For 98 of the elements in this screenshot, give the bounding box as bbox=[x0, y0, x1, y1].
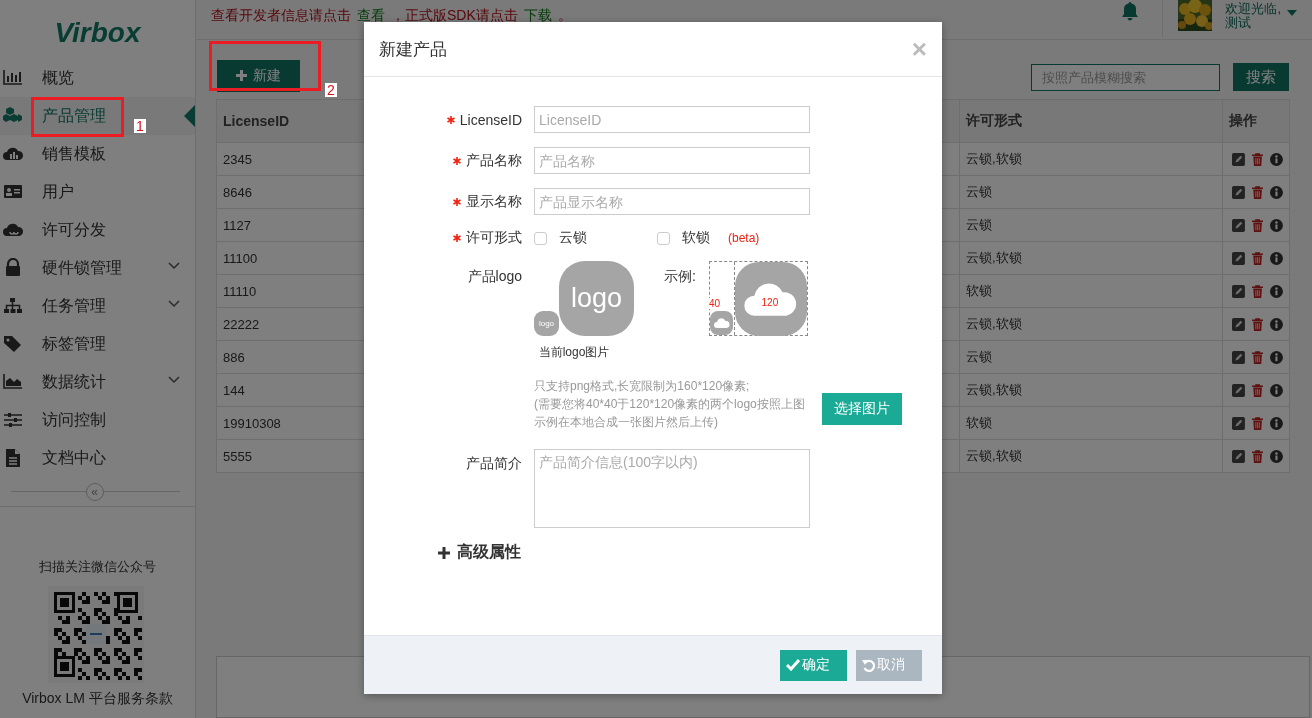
delete-icon[interactable] bbox=[1251, 283, 1264, 299]
sitemap-icon bbox=[3, 296, 23, 316]
search-button[interactable]: 搜索 bbox=[1233, 63, 1289, 91]
delete-icon[interactable] bbox=[1251, 349, 1264, 365]
edit-icon[interactable] bbox=[1232, 151, 1245, 167]
input-field[interactable]: 产品名称 bbox=[534, 147, 810, 174]
logo-text: logo bbox=[538, 319, 555, 328]
sidebar-item[interactable]: 硬件锁管理 bbox=[0, 249, 195, 287]
table-cell: 云锁,软锁 bbox=[959, 439, 1223, 473]
info-icon[interactable] bbox=[1270, 415, 1283, 431]
collapse-button[interactable]: « bbox=[85, 482, 104, 501]
document-icon bbox=[3, 448, 23, 468]
edit-icon[interactable] bbox=[1232, 382, 1245, 398]
delete-icon[interactable] bbox=[1251, 184, 1264, 200]
cloud-icon bbox=[713, 317, 730, 329]
table-cell: 云锁,软锁 bbox=[959, 373, 1223, 407]
delete-icon[interactable] bbox=[1251, 382, 1264, 398]
annotation-number: 2 bbox=[325, 83, 337, 97]
edit-icon[interactable] bbox=[1232, 250, 1245, 266]
edit-icon[interactable] bbox=[1232, 415, 1245, 431]
delete-icon[interactable] bbox=[1251, 250, 1264, 266]
checkbox[interactable] bbox=[657, 231, 670, 245]
sliders-icon bbox=[3, 410, 23, 430]
undo-icon bbox=[862, 658, 875, 672]
check-icon bbox=[786, 659, 800, 671]
beta-tag: (beta) bbox=[728, 231, 760, 245]
dimension-label: 120 bbox=[761, 297, 779, 308]
delete-icon[interactable] bbox=[1251, 448, 1264, 464]
caret-down-icon[interactable] bbox=[1287, 9, 1297, 16]
info-icon[interactable] bbox=[1270, 217, 1283, 233]
area-chart-icon bbox=[3, 372, 23, 392]
info-icon[interactable] bbox=[1270, 349, 1283, 365]
sidebar-item[interactable]: 用户 bbox=[0, 173, 195, 211]
example-label: 示例: bbox=[664, 267, 697, 286]
info-icon[interactable] bbox=[1270, 184, 1283, 200]
sidebar-item[interactable]: 概览 bbox=[0, 59, 195, 97]
welcome-text: 欢迎光临, bbox=[1225, 1, 1281, 16]
info-icon[interactable] bbox=[1270, 151, 1283, 167]
dimension-label: 40 bbox=[708, 298, 722, 309]
table-cell: 云锁,软锁 bbox=[959, 307, 1223, 341]
edit-icon[interactable] bbox=[1232, 283, 1245, 299]
field-label: 产品名称 bbox=[466, 151, 522, 170]
sidebar-item[interactable]: 许可分发 bbox=[0, 211, 195, 249]
edit-icon[interactable] bbox=[1232, 184, 1245, 200]
annotation-number: 1 bbox=[134, 119, 146, 133]
sidebar-item[interactable]: 标签管理 bbox=[0, 325, 195, 363]
column-header: 许可形式 bbox=[959, 99, 1223, 143]
sidebar-item[interactable]: 任务管理 bbox=[0, 287, 195, 325]
field-label: 显示名称 bbox=[466, 192, 522, 211]
user-name: 测试 bbox=[1225, 15, 1252, 30]
notice-link[interactable]: 查看 bbox=[357, 6, 385, 23]
table-cell: 云锁,软锁 bbox=[959, 241, 1223, 275]
column-header: 操作 bbox=[1222, 99, 1290, 143]
info-icon[interactable] bbox=[1270, 283, 1283, 299]
input-field[interactable]: LicenseID bbox=[534, 106, 810, 133]
plus-icon bbox=[236, 70, 247, 81]
bell-icon[interactable] bbox=[1121, 0, 1140, 21]
delete-icon[interactable] bbox=[1251, 316, 1264, 332]
info-icon[interactable] bbox=[1270, 250, 1283, 266]
sidebar-item[interactable]: 数据统计 bbox=[0, 363, 195, 401]
table-cell: 软锁 bbox=[959, 406, 1223, 440]
table-cell: 软锁 bbox=[959, 274, 1223, 308]
info-icon[interactable] bbox=[1270, 316, 1283, 332]
edit-icon[interactable] bbox=[1232, 316, 1245, 332]
delete-icon[interactable] bbox=[1251, 217, 1264, 233]
field-label: 产品简介 bbox=[466, 455, 522, 473]
table-cell: 云锁 bbox=[959, 340, 1223, 374]
description-field[interactable]: 产品简介信息(100字以内) bbox=[534, 449, 810, 528]
sidebar-item[interactable]: 销售模板 bbox=[0, 135, 195, 173]
lock-icon bbox=[3, 258, 23, 278]
table-cell: 云锁,软锁 bbox=[959, 142, 1223, 176]
terms-link[interactable]: Virbox LM 平台服务条款 bbox=[0, 690, 195, 708]
delete-icon[interactable] bbox=[1251, 151, 1264, 167]
checkbox[interactable] bbox=[534, 231, 547, 245]
info-icon[interactable] bbox=[1270, 382, 1283, 398]
sidebar-item[interactable]: 访问控制 bbox=[0, 401, 195, 439]
confirm-button[interactable]: 确定 bbox=[780, 649, 847, 681]
plus-icon bbox=[438, 546, 450, 559]
input-field[interactable]: 产品显示名称 bbox=[534, 188, 810, 215]
edit-icon[interactable] bbox=[1232, 217, 1245, 233]
table-cell: 云锁 bbox=[959, 208, 1223, 242]
edit-icon[interactable] bbox=[1232, 349, 1245, 365]
edit-icon[interactable] bbox=[1232, 448, 1245, 464]
wechat-caption: 扫描关注微信公众号 bbox=[38, 558, 157, 576]
bar-chart-icon bbox=[3, 68, 23, 88]
dialog-title: 新建产品 bbox=[379, 38, 447, 61]
logo: Virbox bbox=[54, 16, 141, 49]
delete-icon[interactable] bbox=[1251, 415, 1264, 431]
notice-link[interactable]: 下载 bbox=[523, 6, 552, 23]
advanced-toggle[interactable]: 高级属性 bbox=[438, 542, 521, 563]
checkbox-label: 软锁 bbox=[682, 229, 710, 247]
new-button[interactable]: 新建 bbox=[217, 59, 300, 92]
field-label: LicenseID bbox=[459, 111, 522, 128]
sidebar-item[interactable]: 文档中心 bbox=[0, 439, 195, 477]
table-cell: 云锁 bbox=[959, 175, 1223, 209]
tag-icon bbox=[3, 334, 23, 354]
info-icon[interactable] bbox=[1270, 448, 1283, 464]
choose-image-button[interactable]: 选择图片 bbox=[822, 393, 902, 425]
